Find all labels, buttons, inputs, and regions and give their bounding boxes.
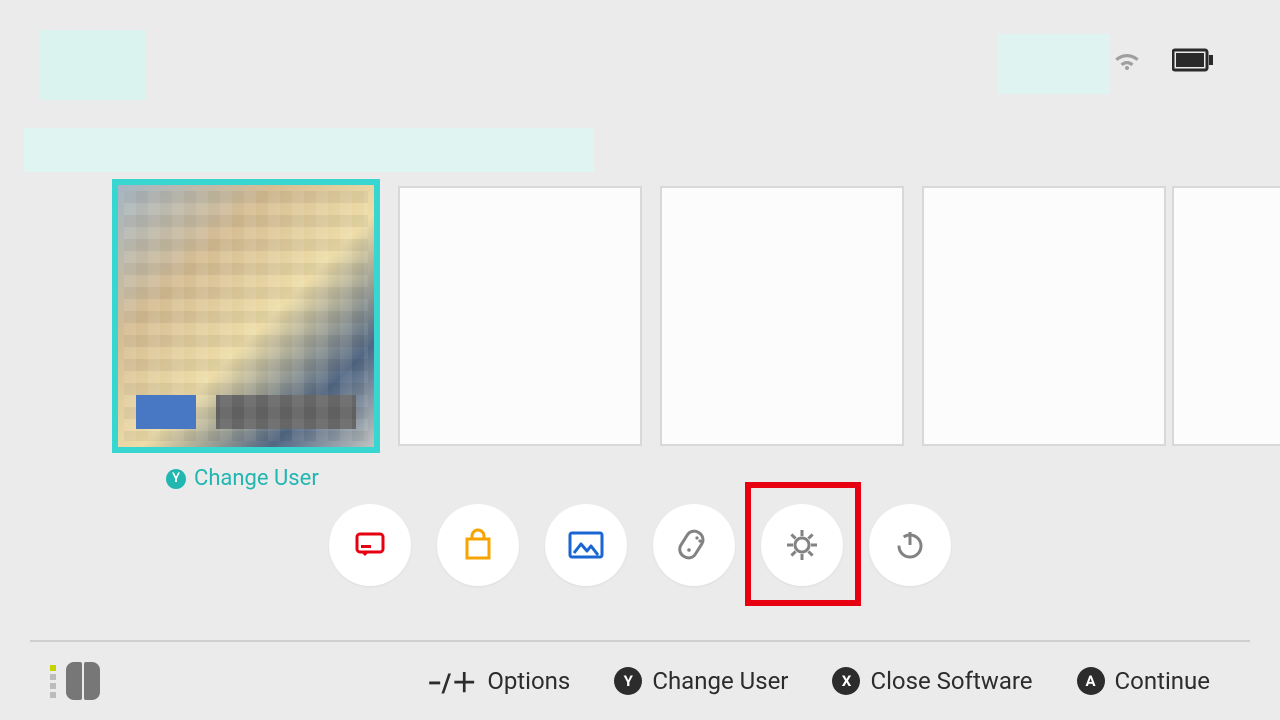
- software-tile[interactable]: [1172, 186, 1280, 446]
- power-icon: [891, 526, 929, 564]
- wifi-icon: [1112, 50, 1142, 72]
- hint-label: Options: [487, 667, 570, 695]
- joycon-icon: [66, 662, 100, 700]
- dock: [0, 504, 1280, 586]
- y-button-icon: Y: [614, 667, 642, 695]
- player-leds: [50, 665, 56, 698]
- software-tile-selected[interactable]: [112, 179, 380, 453]
- user-avatar[interactable]: [40, 30, 146, 100]
- dock-eshop[interactable]: [437, 504, 519, 586]
- software-tile[interactable]: [660, 186, 904, 446]
- y-button-badge: Y: [166, 469, 186, 489]
- software-row: [112, 186, 1166, 453]
- hint-options: −/＋ Options: [427, 663, 570, 700]
- dock-controllers[interactable]: [653, 504, 735, 586]
- dock-album[interactable]: [545, 504, 627, 586]
- hint-label: Close Software: [870, 667, 1032, 695]
- battery-icon: [1172, 48, 1214, 72]
- album-icon: [566, 528, 606, 562]
- software-tile[interactable]: [398, 186, 642, 446]
- button-hints: −/＋ Options Y Change User X Close Softwa…: [427, 642, 1210, 720]
- top-bar: [0, 0, 1280, 110]
- hint-label: Change User: [652, 667, 788, 695]
- hint-continue: A Continue: [1077, 667, 1210, 695]
- footer: −/＋ Options Y Change User X Close Softwa…: [0, 642, 1280, 720]
- dock-sleep[interactable]: [869, 504, 951, 586]
- change-user-label: Change User: [194, 466, 319, 491]
- hint-change-user: Y Change User: [614, 667, 788, 695]
- game-title: [24, 128, 594, 172]
- change-user-hint[interactable]: Y Change User: [166, 466, 319, 491]
- dock-news[interactable]: [329, 504, 411, 586]
- annotation-highlight-settings: [745, 482, 861, 606]
- a-button-icon: A: [1077, 667, 1105, 695]
- hint-label: Continue: [1115, 667, 1210, 695]
- news-icon: [351, 526, 389, 564]
- x-button-icon: X: [832, 667, 860, 695]
- controller-status: [50, 662, 100, 700]
- hint-close-software: X Close Software: [832, 667, 1032, 695]
- shopping-bag-icon: [459, 526, 497, 564]
- clock: [998, 34, 1110, 94]
- controller-icon: [673, 524, 715, 566]
- plus-minus-icon: −/＋: [427, 663, 477, 700]
- software-tile[interactable]: [922, 186, 1166, 446]
